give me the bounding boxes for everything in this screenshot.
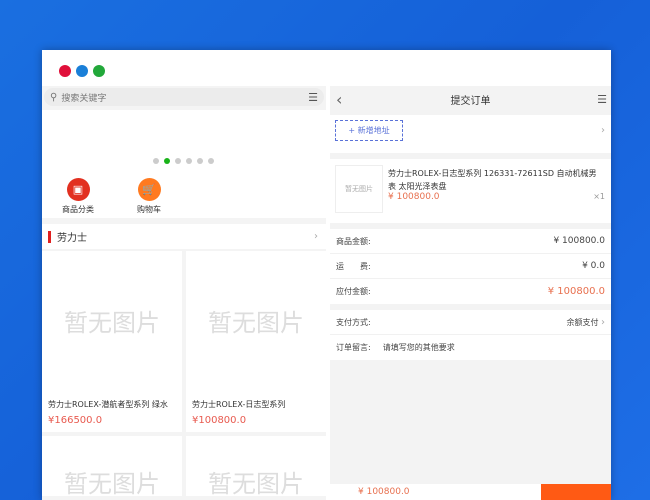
summary-row: 应付金额: ¥ 100800.0	[330, 279, 611, 304]
minimize-button[interactable]	[76, 65, 88, 77]
total-due: ¥ 100800.0	[547, 286, 605, 297]
chevron-right-icon: ›	[601, 316, 605, 328]
summary-label: 运 费:	[336, 261, 371, 271]
add-address-button[interactable]: + 新增地址	[335, 120, 403, 141]
summary-row: 商品金额: ¥ 100800.0	[330, 229, 611, 254]
image-placeholder: 暂无图片	[64, 309, 160, 337]
search-icon: ⚲	[50, 91, 58, 103]
shortcut-cart[interactable]: 🛒 购物车	[131, 178, 167, 218]
item-quantity: ×1	[593, 192, 605, 201]
shortcut-bar: ▣ 商品分类 🛒 购物车	[42, 172, 326, 218]
item-price: ¥ 100800.0	[388, 192, 440, 202]
product-name: 劳力士ROLEX-日志型系列	[192, 400, 286, 409]
payment-value: 余额支付	[566, 317, 599, 327]
product-name: 劳力士ROLEX-潜航者型系列 绿水	[48, 400, 168, 409]
shortcut-label: 购物车	[137, 205, 161, 214]
bag-icon: ▣	[66, 178, 90, 201]
summary-value: ¥ 100800.0	[553, 236, 605, 246]
shop-home-panel: ⚲ 搜索关键字 ☰ ▣ 商品分类 🛒 购物车 劳力士 › 暂无图片 劳力士ROL…	[42, 86, 326, 500]
shortcut-category[interactable]: ▣ 商品分类	[60, 178, 96, 218]
order-item: 暂无图片 劳力士ROLEX-日志型系列 126331-72611SD 自动机械男…	[330, 159, 611, 223]
payment-label: 支付方式:	[336, 317, 371, 327]
footer-total: ¥ 100800.0	[358, 487, 410, 497]
note-label: 订单留言:	[336, 343, 371, 352]
carousel-dot[interactable]	[186, 158, 192, 164]
product-card[interactable]: 暂无图片	[42, 436, 182, 498]
chevron-right-icon: ›	[601, 125, 605, 136]
checkout-bar: ¥ 100800.0	[330, 484, 611, 500]
shortcut-label: 商品分类	[62, 205, 94, 214]
list-menu-icon[interactable]: ☰	[597, 93, 607, 106]
order-note-input[interactable]: 请填写您的其他要求	[383, 342, 455, 353]
product-card[interactable]: 暂无图片	[186, 436, 326, 498]
product-card[interactable]: 暂无图片 劳力士ROLEX-潜航者型系列 绿水 ¥166500.0	[42, 251, 182, 432]
close-button[interactable]	[59, 65, 71, 77]
carousel-dot-active[interactable]	[164, 158, 170, 164]
app-window: ⚲ 搜索关键字 ☰ ▣ 商品分类 🛒 购物车 劳力士 › 暂无图片 劳力士ROL…	[42, 50, 611, 500]
carousel-dot[interactable]	[175, 158, 181, 164]
summary-label: 应付金额:	[336, 287, 371, 296]
product-grid: 暂无图片 劳力士ROLEX-潜航者型系列 绿水 ¥166500.0 暂无图片 劳…	[42, 251, 326, 498]
product-price: ¥100800.0	[192, 415, 247, 426]
order-note-row: 订单留言: 请填写您的其他要求	[330, 335, 611, 360]
section-accent	[48, 230, 51, 243]
summary-value: ¥ 0.0	[582, 261, 605, 271]
product-card[interactable]: 暂无图片 劳力士ROLEX-日志型系列 ¥100800.0	[186, 251, 326, 432]
product-price: ¥166500.0	[48, 415, 103, 426]
section-title: 劳力士	[57, 233, 87, 244]
address-section[interactable]: + 新增地址 ›	[330, 115, 611, 153]
carousel-indicators	[153, 158, 214, 164]
carousel-dot[interactable]	[197, 158, 203, 164]
image-placeholder: 暂无图片	[64, 470, 160, 498]
submit-order-button[interactable]	[541, 484, 611, 500]
maximize-button[interactable]	[93, 65, 105, 77]
payment-method-row[interactable]: 支付方式: 余额支付 ›	[330, 310, 611, 335]
page-title: 提交订单	[450, 95, 491, 107]
image-placeholder: 暂无图片	[208, 470, 304, 498]
summary-label: 商品金额:	[336, 236, 371, 246]
cart-icon: 🛒	[137, 178, 161, 201]
submit-order-panel: ‹ 提交订单 ☰ + 新增地址 › 暂无图片 劳力士ROLEX-日志型系列 12…	[330, 86, 611, 500]
search-input[interactable]: ⚲ 搜索关键字 ☰	[44, 88, 324, 106]
back-icon[interactable]: ‹	[336, 90, 342, 109]
chevron-right-icon: ›	[314, 231, 318, 242]
payment-section: 支付方式: 余额支付 › 订单留言: 请填写您的其他要求	[330, 310, 611, 360]
title-bar	[42, 50, 611, 86]
item-name: 劳力士ROLEX-日志型系列 126331-72611SD 自动机械男表 太阳光…	[388, 169, 597, 191]
image-placeholder: 暂无图片	[208, 309, 304, 337]
carousel-dot[interactable]	[153, 158, 159, 164]
banner-carousel[interactable]	[42, 110, 326, 172]
image-placeholder: 暂无图片	[335, 165, 383, 213]
summary-row: 运 费: ¥ 0.0	[330, 254, 611, 279]
price-summary: 商品金额: ¥ 100800.0 运 费: ¥ 0.0 应付金额: ¥ 100800.…	[330, 229, 611, 304]
list-menu-icon[interactable]: ☰	[308, 91, 318, 104]
carousel-dot[interactable]	[208, 158, 214, 164]
search-placeholder: 搜索关键字	[61, 93, 107, 104]
order-header: ‹ 提交订单 ☰	[330, 86, 611, 112]
section-header-rolex[interactable]: 劳力士 ›	[42, 224, 326, 249]
